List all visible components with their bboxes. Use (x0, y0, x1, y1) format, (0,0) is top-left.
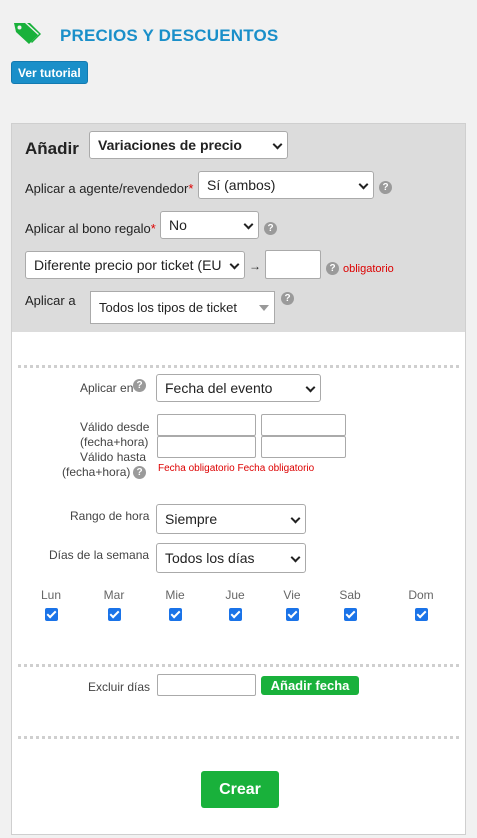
weekdays-select-value: Todos los días (165, 550, 255, 566)
agent-select[interactable]: Sí (ambos) (198, 171, 374, 199)
exclude-days-label: Excluir días (88, 680, 151, 694)
chevron-down-icon (290, 513, 301, 524)
chevron-down-icon (229, 259, 240, 270)
day-label: Sab (339, 588, 361, 602)
day-checkbox-mie[interactable] (169, 608, 182, 621)
day-label: Mar (103, 588, 125, 602)
chevron-down-icon (305, 382, 316, 393)
gift-select[interactable]: No (160, 211, 259, 239)
time-range-select[interactable]: Siempre (156, 504, 306, 534)
valid-to-label-line1: Válido hasta (80, 450, 147, 464)
day-label: Mie (165, 588, 185, 602)
add-label: Añadir (25, 139, 79, 158)
day-label: Lun (40, 588, 62, 602)
day-label: Vie (283, 588, 301, 602)
valid-from-label: Válido desde (fecha+hora) Válido hasta (80, 420, 149, 465)
day-checkbox-vie[interactable] (286, 608, 299, 621)
divider (18, 365, 459, 368)
help-icon[interactable]: ? (281, 292, 294, 305)
valid-to-label-line2: (fecha+hora) (62, 465, 131, 479)
add-type-select-value: Variaciones de precio (98, 137, 242, 153)
price-type-select-value: Diferente precio por ticket (EU (34, 257, 222, 273)
gift-label-text: Aplicar al bono regalo (25, 221, 151, 236)
valid-to-date-input[interactable] (157, 436, 256, 458)
chevron-down-icon (243, 219, 254, 230)
day-checkbox-jue[interactable] (229, 608, 242, 621)
add-type-select[interactable]: Variaciones de precio (89, 131, 288, 159)
help-icon[interactable]: ? (133, 379, 146, 392)
required-mark: * (188, 181, 194, 196)
gift-label: Aplicar al bono regalo* (25, 221, 156, 236)
page-title: PRECIOS Y DESCUENTOS (60, 26, 279, 45)
agent-label-text: Aplicar a agente/revendedor (25, 181, 189, 196)
dates-required-note: Fecha obligatorio Fecha obligatorio (158, 463, 315, 474)
add-date-button[interactable]: Añadir fecha (261, 676, 359, 695)
help-icon[interactable]: ? (379, 181, 392, 194)
price-tag-icon (12, 20, 42, 46)
day-checkbox-mar[interactable] (108, 608, 121, 621)
price-input[interactable] (265, 250, 321, 279)
apply-on-select-value: Fecha del evento (165, 380, 273, 396)
time-range-select-value: Siempre (165, 511, 218, 527)
weekdays-select[interactable]: Todos los días (156, 543, 306, 573)
valid-from-date-input[interactable] (157, 414, 256, 436)
tutorial-button[interactable]: Ver tutorial (11, 61, 88, 84)
agent-label: Aplicar a agente/revendedor* (25, 181, 193, 196)
time-range-label: Rango de hora (70, 509, 150, 523)
price-type-select[interactable]: Diferente precio por ticket (EU (25, 251, 245, 279)
weekdays-label: Días de la semana (49, 548, 150, 562)
price-required-note: obligatorio (343, 263, 394, 275)
arrow-icon: → (249, 259, 261, 273)
agent-select-value: Sí (ambos) (207, 177, 276, 193)
chevron-down-icon (272, 139, 283, 150)
apply-to-select[interactable]: Todos los tipos de ticket (90, 291, 275, 324)
divider (18, 736, 459, 739)
help-icon[interactable]: ? (264, 222, 277, 235)
day-label: Dom (408, 588, 434, 602)
chevron-down-icon (358, 179, 369, 190)
gift-select-value: No (169, 217, 187, 233)
day-checkbox-lun[interactable] (45, 608, 58, 621)
help-icon[interactable]: ? (133, 466, 146, 479)
day-checkbox-sab[interactable] (344, 608, 357, 621)
day-label: Jue (225, 588, 245, 602)
apply-on-select[interactable]: Fecha del evento (156, 374, 321, 402)
chevron-down-icon (290, 552, 301, 563)
valid-from-time-input[interactable] (261, 414, 346, 436)
create-button[interactable]: Crear (201, 771, 279, 808)
price-form-panel: Añadir Variaciones de precio Aplicar a a… (11, 123, 466, 835)
triangle-down-icon (259, 305, 269, 311)
exclude-date-input[interactable] (157, 674, 256, 696)
help-icon[interactable]: ? (326, 262, 339, 275)
apply-on-label: Aplicar en (80, 381, 134, 395)
valid-from-label-line1: Válido desde (80, 420, 150, 434)
apply-to-label: Aplicar a (25, 293, 76, 308)
valid-from-label-line2: (fecha+hora) (80, 435, 149, 449)
day-checkbox-dom[interactable] (415, 608, 428, 621)
required-mark: * (150, 221, 156, 236)
valid-to-time-input[interactable] (261, 436, 346, 458)
apply-to-select-value: Todos los tipos de ticket (99, 300, 238, 315)
divider (18, 664, 459, 667)
